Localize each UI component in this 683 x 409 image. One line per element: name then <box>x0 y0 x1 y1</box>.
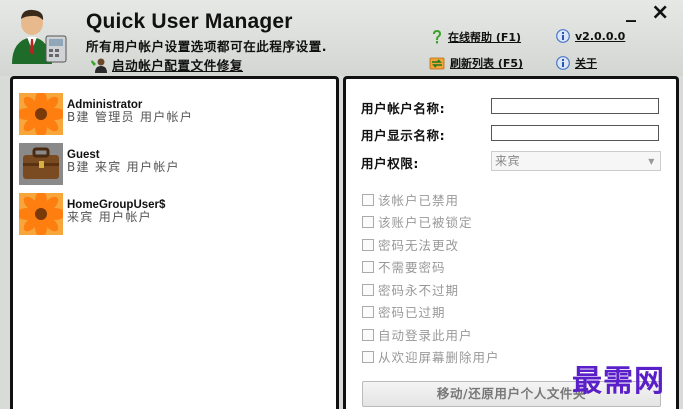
checkbox-label: 密码永不过期 <box>378 283 460 298</box>
checkbox-password-expired[interactable]: 密码已过期 <box>362 302 446 321</box>
checkbox-box <box>362 350 374 363</box>
checkbox-box <box>362 193 374 206</box>
info-icon <box>556 56 570 70</box>
permission-select-value: 来宾 <box>495 154 521 168</box>
user-repair-icon <box>91 58 107 73</box>
account-name-input[interactable] <box>491 98 659 114</box>
chevron-down-icon: ▼ <box>648 157 655 166</box>
refresh-link[interactable]: 刷新列表 (F5) <box>429 55 523 71</box>
checkbox-label: 该帐户已禁用 <box>378 193 460 208</box>
checkbox-box <box>362 305 374 318</box>
about-link[interactable]: 关于 <box>556 55 597 71</box>
checkbox-label: 从欢迎屏幕删除用户 <box>378 350 500 365</box>
user-manager-logo-icon <box>12 9 67 64</box>
checkbox-label: 密码已过期 <box>378 305 446 320</box>
app-title: Quick User Manager <box>86 10 293 33</box>
checkbox-account-locked[interactable]: 该账户已被锁定 <box>362 212 473 231</box>
user-description: B建 管理员 用户帐户 <box>67 110 194 124</box>
checkbox-password-not-required[interactable]: 不需要密码 <box>362 257 446 276</box>
checkbox-hide-from-welcome[interactable]: 从欢迎屏幕删除用户 <box>362 347 500 366</box>
permission-select[interactable]: 来宾 ▼ <box>491 151 661 171</box>
flower-icon <box>19 193 63 235</box>
checkbox-label: 自动登录此用户 <box>378 328 473 343</box>
help-link-label: 在线帮助 (F1) <box>448 31 522 44</box>
about-link-label: 关于 <box>575 57 597 70</box>
checkbox-label: 不需要密码 <box>378 260 446 275</box>
help-link[interactable]: 在线帮助 (F1) <box>431 29 521 45</box>
user-list-panel: Administrator B建 管理员 用户帐户 Guest B建 来宾 用户… <box>10 76 339 409</box>
permission-label: 用户权限: <box>361 156 419 171</box>
user-list-item-homegroupuser[interactable]: HomeGroupUser$ 来宾 用户帐户 <box>19 193 165 235</box>
account-name-label: 用户帐户名称: <box>361 101 446 116</box>
user-description: B建 来宾 用户帐户 <box>67 160 180 174</box>
refresh-icon <box>429 57 445 70</box>
user-list-item-administrator[interactable]: Administrator B建 管理员 用户帐户 <box>19 93 193 135</box>
help-question-icon <box>433 30 441 44</box>
briefcase-icon <box>19 143 63 185</box>
checkbox-password-never-expires[interactable]: 密码永不过期 <box>362 280 459 299</box>
checkbox-password-cannot-change[interactable]: 密码无法更改 <box>362 235 459 254</box>
checkbox-box <box>362 215 374 228</box>
profile-fix-label: 启动帐户配置文件修复 <box>112 58 244 73</box>
checkbox-box <box>362 283 374 296</box>
user-list-item-guest[interactable]: Guest B建 来宾 用户帐户 <box>19 143 180 185</box>
checkbox-box <box>362 328 374 341</box>
version-link[interactable]: v2.0.0.0 <box>556 29 625 43</box>
display-name-label: 用户显示名称: <box>361 128 446 143</box>
app-subtitle: 所有用户帐户设置选项都可在此程序设置. <box>86 39 328 54</box>
checkbox-account-disabled[interactable]: 该帐户已禁用 <box>362 190 459 209</box>
close-button[interactable]: × <box>651 0 669 25</box>
user-description: 来宾 用户帐户 <box>67 210 152 224</box>
profile-fix-link[interactable]: 启动帐户配置文件修复 <box>90 55 243 74</box>
checkbox-auto-login[interactable]: 自动登录此用户 <box>362 325 473 344</box>
checkbox-label: 密码无法更改 <box>378 238 460 253</box>
version-link-label: v2.0.0.0 <box>575 29 626 43</box>
display-name-input[interactable] <box>491 125 659 141</box>
checkbox-label: 该账户已被锁定 <box>378 215 473 230</box>
info-icon <box>556 29 570 43</box>
checkbox-box <box>362 260 374 273</box>
watermark-text: 最需网 <box>572 364 665 399</box>
flower-icon <box>19 93 63 135</box>
checkbox-box <box>362 238 374 251</box>
refresh-link-label: 刷新列表 (F5) <box>450 57 524 70</box>
app-header: Quick User Manager 所有用户帐户设置选项都可在此程序设置. 启… <box>0 0 683 76</box>
minimize-button[interactable]: _ <box>626 0 636 22</box>
